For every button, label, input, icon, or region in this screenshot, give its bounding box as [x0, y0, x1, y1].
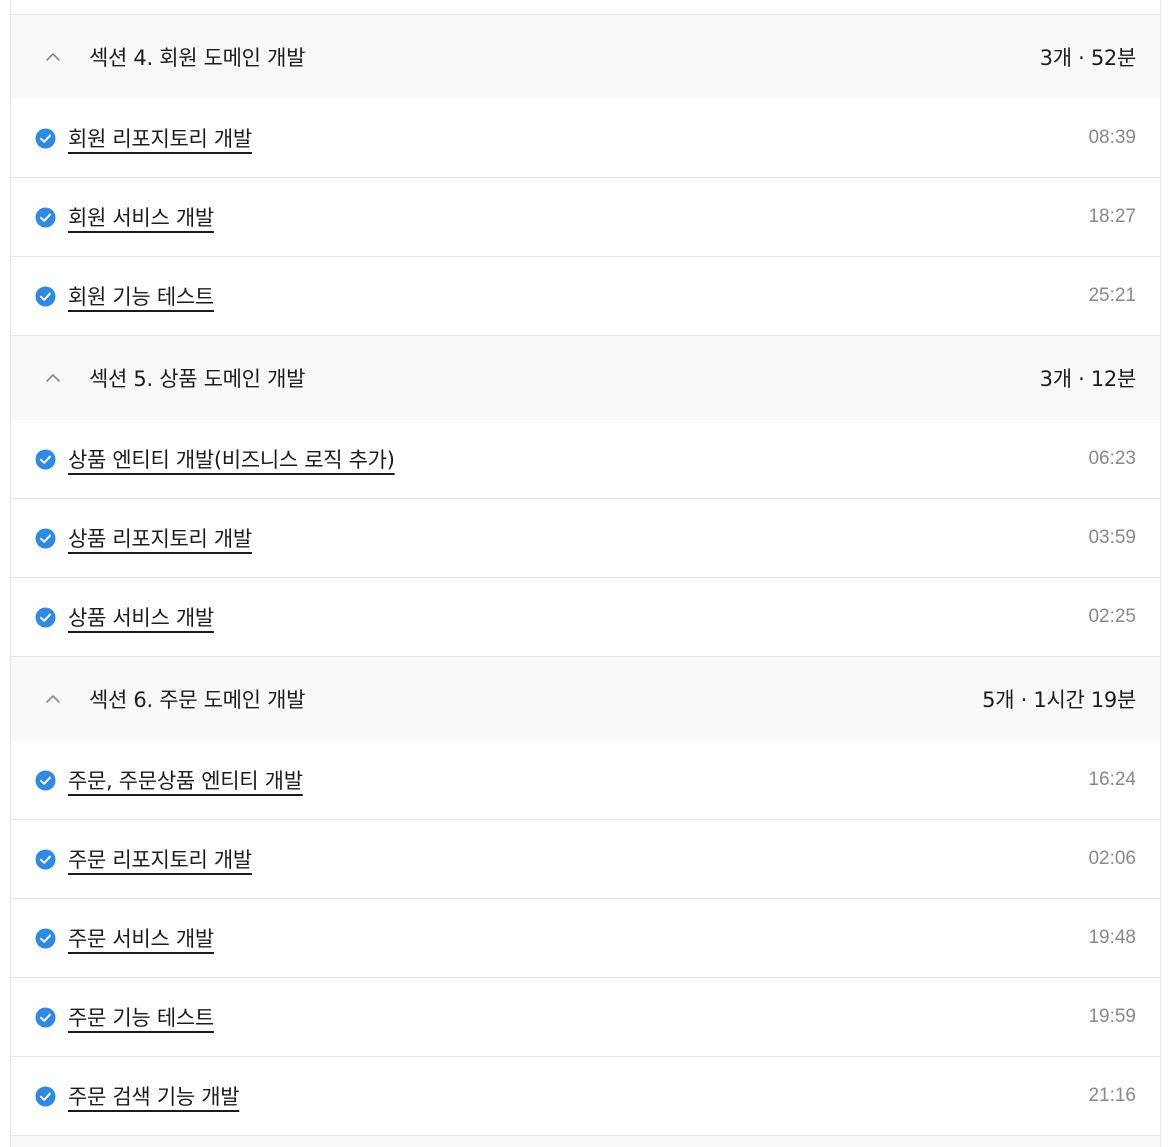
- check-circle-icon: [35, 849, 56, 870]
- section-title: 섹션 5. 상품 도메인 개발: [89, 367, 306, 391]
- section-meta: 5개 · 1시간 19분: [982, 688, 1136, 712]
- check-circle-icon: [35, 207, 56, 228]
- previous-row-edge: [11, 0, 1160, 15]
- chevron-up-icon[interactable]: [43, 47, 63, 67]
- lecture-title-link[interactable]: 상품 리포지토리 개발: [68, 523, 1088, 553]
- lecture-row[interactable]: 회원 리포지토리 개발 08:39: [11, 99, 1160, 178]
- lecture-row[interactable]: 회원 서비스 개발 18:27: [11, 178, 1160, 257]
- lecture-row[interactable]: 상품 리포지토리 개발 03:59: [11, 499, 1160, 578]
- lecture-row[interactable]: 주문 검색 기능 개발 21:16: [11, 1057, 1160, 1136]
- lecture-title-link[interactable]: 회원 기능 테스트: [68, 281, 1088, 311]
- check-circle-icon: [35, 449, 56, 470]
- lecture-title-link[interactable]: 주문 기능 테스트: [68, 1002, 1088, 1032]
- chevron-up-icon[interactable]: [43, 368, 63, 388]
- check-circle-icon: [35, 128, 56, 149]
- check-circle-icon: [35, 528, 56, 549]
- lecture-duration: 02:25: [1088, 606, 1136, 627]
- lecture-duration: 18:27: [1088, 206, 1136, 227]
- next-section-edge: [11, 1136, 1160, 1147]
- check-circle-icon: [35, 770, 56, 791]
- section-title: 섹션 6. 주문 도메인 개발: [89, 688, 306, 712]
- check-circle-icon: [35, 1007, 56, 1028]
- lecture-duration: 06:23: [1088, 448, 1136, 469]
- curriculum-list: 섹션 4. 회원 도메인 개발 3개 · 52분 회원 리포지토리 개발 08:…: [10, 0, 1161, 1147]
- lecture-duration: 21:16: [1088, 1085, 1136, 1106]
- section-title: 섹션 4. 회원 도메인 개발: [89, 46, 306, 70]
- lecture-row[interactable]: 주문 서비스 개발 19:48: [11, 899, 1160, 978]
- section-meta: 3개 · 12분: [1039, 367, 1137, 391]
- lecture-title-link[interactable]: 주문 리포지토리 개발: [68, 844, 1088, 874]
- lecture-title-link[interactable]: 주문 서비스 개발: [68, 923, 1088, 953]
- section-header-6[interactable]: 섹션 6. 주문 도메인 개발 5개 · 1시간 19분: [11, 657, 1160, 741]
- lecture-duration: 03:59: [1088, 527, 1136, 548]
- lecture-duration: 25:21: [1088, 285, 1136, 306]
- check-circle-icon: [35, 607, 56, 628]
- lecture-title-link[interactable]: 주문 검색 기능 개발: [68, 1081, 1088, 1111]
- lecture-row[interactable]: 주문 기능 테스트 19:59: [11, 978, 1160, 1057]
- lecture-duration: 08:39: [1088, 127, 1136, 148]
- chevron-up-icon[interactable]: [43, 689, 63, 709]
- section-header-5[interactable]: 섹션 5. 상품 도메인 개발 3개 · 12분: [11, 336, 1160, 420]
- lecture-row[interactable]: 주문 리포지토리 개발 02:06: [11, 820, 1160, 899]
- check-circle-icon: [35, 286, 56, 307]
- lecture-row[interactable]: 회원 기능 테스트 25:21: [11, 257, 1160, 336]
- lecture-title-link[interactable]: 주문, 주문상품 엔티티 개발: [68, 765, 1088, 795]
- lecture-duration: 19:48: [1088, 927, 1136, 948]
- section-header-4[interactable]: 섹션 4. 회원 도메인 개발 3개 · 52분: [11, 15, 1160, 99]
- lecture-title-link[interactable]: 상품 서비스 개발: [68, 602, 1088, 632]
- lecture-duration: 19:59: [1088, 1006, 1136, 1027]
- lecture-title-link[interactable]: 회원 서비스 개발: [68, 202, 1088, 232]
- check-circle-icon: [35, 928, 56, 949]
- lecture-row[interactable]: 주문, 주문상품 엔티티 개발 16:24: [11, 741, 1160, 820]
- lecture-row[interactable]: 상품 서비스 개발 02:25: [11, 578, 1160, 657]
- lecture-title-link[interactable]: 회원 리포지토리 개발: [68, 123, 1088, 153]
- check-circle-icon: [35, 1086, 56, 1107]
- lecture-duration: 02:06: [1088, 848, 1136, 869]
- section-meta: 3개 · 52분: [1039, 46, 1137, 70]
- lecture-duration: 16:24: [1088, 769, 1136, 790]
- lecture-row[interactable]: 상품 엔티티 개발(비즈니스 로직 추가) 06:23: [11, 420, 1160, 499]
- lecture-title-link[interactable]: 상품 엔티티 개발(비즈니스 로직 추가): [68, 444, 1088, 474]
